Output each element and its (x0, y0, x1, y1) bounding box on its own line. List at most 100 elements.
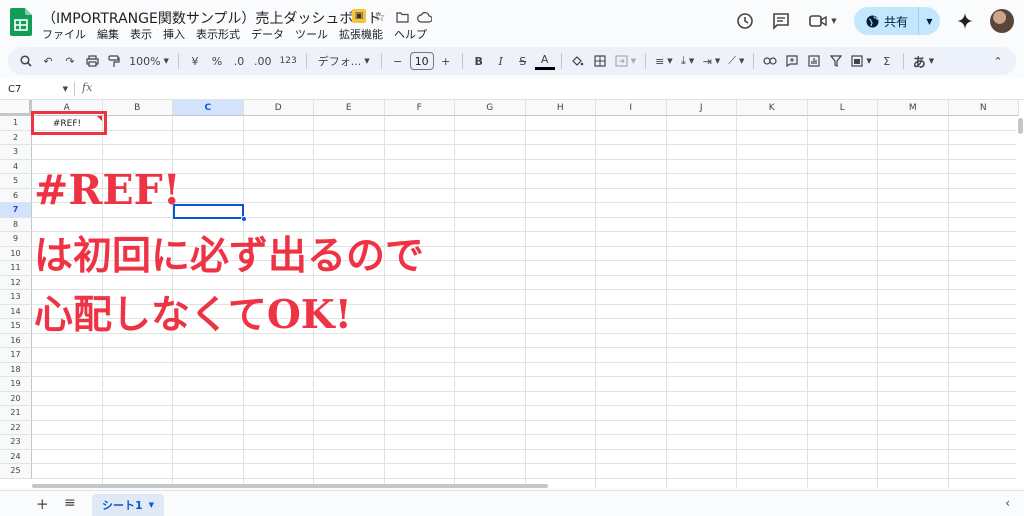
comment-icon[interactable] (770, 10, 792, 32)
link-icon[interactable] (760, 50, 780, 72)
column-header-n[interactable]: N (948, 100, 1019, 116)
star-icon[interactable]: ☆ (372, 9, 388, 25)
vertical-scrollbar[interactable] (1016, 116, 1024, 488)
vertical-align-icon[interactable]: ⤓ ▼ (678, 50, 698, 72)
font-size-decrease-button[interactable]: − (388, 50, 408, 72)
row-header-21[interactable]: 21 (0, 406, 32, 421)
sheet-tab[interactable]: シート1 ▼ (92, 494, 165, 516)
menu-format[interactable]: 表示形式 (196, 26, 240, 42)
borders-icon[interactable] (590, 50, 610, 72)
undo-icon[interactable]: ↶ (38, 50, 58, 72)
gemini-icon[interactable] (954, 10, 976, 32)
row-header-6[interactable]: 6 (0, 188, 32, 203)
name-box[interactable]: C7 ▼ (8, 81, 68, 97)
column-header-g[interactable]: G (455, 100, 526, 116)
input-tools-select[interactable]: あ ▼ (910, 50, 937, 72)
strikethrough-button[interactable]: S (513, 50, 533, 72)
menu-tools[interactable]: ツール (295, 26, 328, 42)
column-header-b[interactable]: B (102, 100, 173, 116)
row-header-10[interactable]: 10 (0, 246, 32, 261)
row-header-23[interactable]: 23 (0, 435, 32, 450)
percent-format-button[interactable]: % (207, 50, 227, 72)
column-header-i[interactable]: I (596, 100, 667, 116)
font-size-increase-button[interactable]: + (436, 50, 456, 72)
vertical-scroll-thumb[interactable] (1018, 118, 1023, 134)
collapse-side-panel-icon[interactable]: ‹ (1005, 496, 1010, 510)
fill-handle[interactable] (241, 216, 247, 222)
bold-button[interactable]: B (469, 50, 489, 72)
all-sheets-button[interactable]: ≡ (64, 495, 76, 511)
select-all-corner[interactable] (0, 100, 32, 116)
column-header-k[interactable]: K (737, 100, 808, 116)
row-header-19[interactable]: 19 (0, 377, 32, 392)
menu-insert[interactable]: 挿入 (163, 26, 185, 42)
menu-file[interactable]: ファイル (42, 26, 86, 42)
column-header-h[interactable]: H (525, 100, 596, 116)
menu-extensions[interactable]: 拡張機能 (339, 26, 383, 42)
collapse-toolbar-icon[interactable]: ⌃ (988, 50, 1008, 72)
column-header-m[interactable]: M (878, 100, 949, 116)
row-header-24[interactable]: 24 (0, 449, 32, 464)
decrease-decimal-button[interactable]: .0 (229, 50, 249, 72)
cloud-status-icon[interactable] (416, 9, 432, 25)
row-header-13[interactable]: 13 (0, 290, 32, 305)
font-size-input[interactable]: 10 (409, 52, 434, 70)
row-header-9[interactable]: 9 (0, 232, 32, 247)
column-header-j[interactable]: J (666, 100, 737, 116)
text-wrap-icon[interactable]: ⇥ ▼ (700, 50, 724, 72)
row-header-7[interactable]: 7 (0, 203, 32, 218)
row-header-2[interactable]: 2 (0, 130, 32, 145)
history-icon[interactable] (734, 10, 756, 32)
italic-button[interactable]: I (491, 50, 511, 72)
zoom-select[interactable]: 100% ▼ (126, 50, 172, 72)
meet-icon[interactable]: ▼ (806, 10, 840, 32)
row-header-12[interactable]: 12 (0, 275, 32, 290)
sheets-logo-icon[interactable] (10, 8, 32, 36)
row-header-20[interactable]: 20 (0, 391, 32, 406)
column-header-f[interactable]: F (384, 100, 455, 116)
menu-edit[interactable]: 編集 (97, 26, 119, 42)
currency-format-button[interactable]: ¥ (185, 50, 205, 72)
row-header-5[interactable]: 5 (0, 174, 32, 189)
text-color-button[interactable]: A (534, 52, 555, 70)
fill-color-icon[interactable] (568, 50, 588, 72)
selected-cell-c7[interactable] (173, 204, 244, 219)
filter-views-icon[interactable]: ▼ (848, 50, 874, 72)
row-header-3[interactable]: 3 (0, 145, 32, 160)
horizontal-align-icon[interactable]: ≡ ▼ (652, 50, 676, 72)
row-header-8[interactable]: 8 (0, 217, 32, 232)
menu-help[interactable]: ヘルプ (394, 26, 427, 42)
insert-chart-icon[interactable] (804, 50, 824, 72)
functions-button[interactable]: Σ (877, 50, 897, 72)
redo-icon[interactable]: ↷ (60, 50, 80, 72)
document-title[interactable]: （IMPORTRANGE関数サンプル）売上ダッシュボード (42, 8, 381, 28)
increase-decimal-button[interactable]: .00 (251, 50, 275, 72)
row-header-4[interactable]: 4 (0, 159, 32, 174)
row-header-25[interactable]: 25 (0, 464, 32, 479)
print-icon[interactable] (82, 50, 102, 72)
row-header-15[interactable]: 15 (0, 319, 32, 334)
row-header-11[interactable]: 11 (0, 261, 32, 276)
paint-format-icon[interactable] (104, 50, 124, 72)
row-header-22[interactable]: 22 (0, 420, 32, 435)
text-rotation-icon[interactable]: ⟋ ▼ (725, 50, 747, 72)
add-sheet-button[interactable]: + (36, 495, 49, 513)
row-header-18[interactable]: 18 (0, 362, 32, 377)
horizontal-scroll-thumb[interactable] (32, 484, 548, 488)
row-header-16[interactable]: 16 (0, 333, 32, 348)
merge-cells-icon[interactable]: ▼ (612, 50, 639, 72)
chevron-down-icon[interactable]: ▼ (149, 501, 154, 509)
slides-badge-icon[interactable]: ▣ (352, 9, 366, 23)
number-format-button[interactable]: 123 (277, 50, 300, 72)
row-header-1[interactable]: 1 (0, 116, 32, 131)
column-header-e[interactable]: E (314, 100, 385, 116)
row-header-14[interactable]: 14 (0, 304, 32, 319)
search-icon[interactable] (16, 50, 36, 72)
share-dropdown-button[interactable]: ▼ (918, 7, 940, 35)
share-main-button[interactable]: 共有 (854, 7, 918, 35)
avatar[interactable] (990, 9, 1014, 33)
move-folder-icon[interactable] (394, 9, 410, 25)
column-header-d[interactable]: D (243, 100, 314, 116)
row-header-17[interactable]: 17 (0, 348, 32, 363)
insert-comment-icon[interactable] (782, 50, 802, 72)
